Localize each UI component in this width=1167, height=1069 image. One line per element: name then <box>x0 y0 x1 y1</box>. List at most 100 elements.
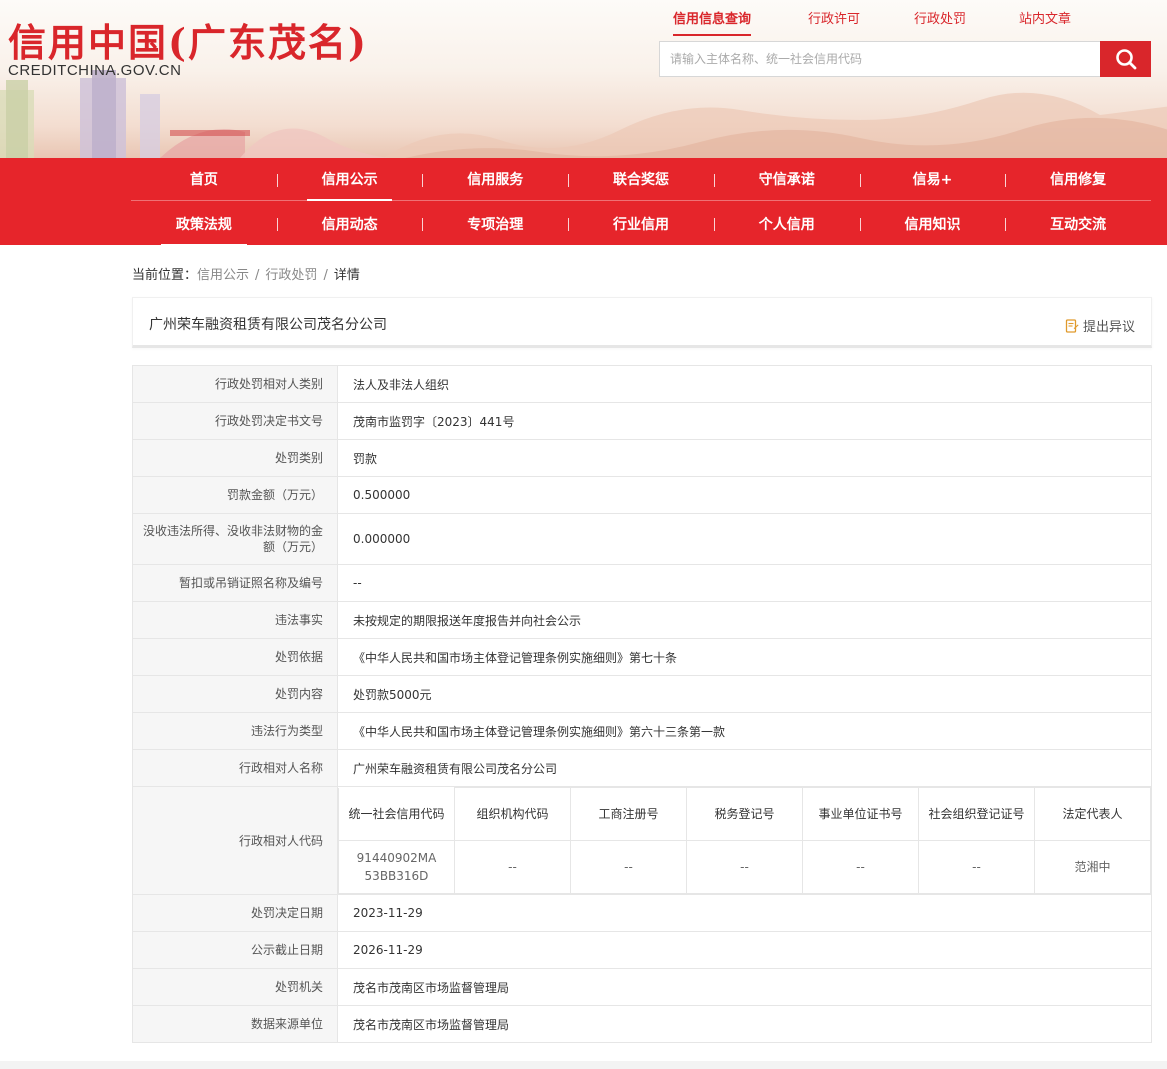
entity-code-value: -- <box>918 840 1035 894</box>
nav-item-interaction[interactable]: 互动交流 <box>1005 202 1151 245</box>
entity-code-value: -- <box>686 840 803 894</box>
nav-item-credit-public[interactable]: 信用公示 <box>276 158 423 201</box>
detail-field-label: 公示截止日期 <box>132 931 338 969</box>
entity-name: 广州荣车融资租赁有限公司茂名分公司 <box>149 317 387 333</box>
entity-code-header: 统一社会信用代码 <box>338 787 455 841</box>
main-nav: 首页 信用公示 信用服务 联合奖惩 守信承诺 信易+ 信用修复 政策法规 信用动… <box>0 158 1167 246</box>
site-logo-en: CREDITCHINA.GOV.CN <box>8 62 182 79</box>
entity-code-value: 范湘中 <box>1034 840 1151 894</box>
nav-item-personal-credit[interactable]: 个人信用 <box>713 202 860 245</box>
detail-field-value: 罚款 <box>337 439 1152 477</box>
entity-code-header: 法定代表人 <box>1034 787 1151 841</box>
entity-code-value: -- <box>570 840 687 894</box>
entity-code-header: 税务登记号 <box>686 787 803 841</box>
detail-field-label: 数据来源单位 <box>132 1005 338 1043</box>
detail-row: 违法事实 未按规定的期限报送年度报告并向社会公示 <box>132 601 1152 639</box>
detail-field-label: 处罚类别 <box>132 439 338 477</box>
detail-row: 暂扣或吊销证照名称及编号 -- <box>132 564 1152 602</box>
detail-field-value: 《中华人民共和国市场主体登记管理条例实施细则》第六十三条第一款 <box>337 712 1152 750</box>
penalty-detail-table: 行政处罚相对人类别 法人及非法人组织 行政处罚决定书文号 茂南市监罚字〔2023〕44… <box>132 365 1152 1043</box>
search-icon <box>1115 49 1136 70</box>
nav-row-2: 政策法规 信用动态 专项治理 行业信用 个人信用 信用知识 互动交流 <box>131 202 1151 246</box>
nav-item-credit-service[interactable]: 信用服务 <box>422 158 568 200</box>
site-logo-cn[interactable]: 信用中国(广东茂名) <box>8 12 368 67</box>
detail-field-value: 2026-11-29 <box>337 931 1152 969</box>
detail-row: 没收违法所得、没收非法财物的金额（万元） 0.000000 <box>132 513 1152 565</box>
detail-field-value: 2023-11-29 <box>337 894 1152 932</box>
detail-row: 罚款金额（万元） 0.500000 <box>132 476 1152 514</box>
detail-row: 违法行为类型 《中华人民共和国市场主体登记管理条例实施细则》第六十三条第一款 <box>132 712 1152 750</box>
footer-divider <box>0 1061 1167 1069</box>
detail-row: 处罚内容 处罚款5000元 <box>132 675 1152 713</box>
detail-field-label: 处罚内容 <box>132 675 338 713</box>
entity-code-header: 组织机构代码 <box>454 787 571 841</box>
nav-item-special-governance[interactable]: 专项治理 <box>422 202 568 245</box>
detail-row: 处罚类别 罚款 <box>132 439 1152 477</box>
raise-objection-button[interactable]: 提出异议 <box>1065 316 1135 335</box>
top-link-credit-query[interactable]: 信用信息查询 <box>673 8 752 36</box>
nav-item-industry-credit[interactable]: 行业信用 <box>568 202 714 245</box>
nav-item-xinyi-plus[interactable]: 信易+ <box>859 158 1006 200</box>
top-links: 信用信息查询 行政许可 行政处罚 站内文章 <box>660 8 1100 36</box>
entity-code-value: 91440902MA53BB316D <box>338 840 455 894</box>
detail-field-label: 违法事实 <box>132 601 338 639</box>
city-skyline-decoration <box>0 70 390 158</box>
detail-field-label: 罚款金额（万元） <box>132 476 338 514</box>
top-link-admin-license[interactable]: 行政许可 <box>808 8 860 27</box>
breadcrumb-item-credit-public[interactable]: 信用公示 <box>197 268 249 283</box>
detail-field-label: 处罚依据 <box>132 638 338 676</box>
entity-code-header: 事业单位证书号 <box>802 787 919 841</box>
entity-code-value: -- <box>454 840 571 894</box>
nav-item-credit-news[interactable]: 信用动态 <box>276 202 423 245</box>
detail-field-label: 违法行为类型 <box>132 712 338 750</box>
detail-field-label: 行政处罚相对人类别 <box>132 365 338 403</box>
entity-codes-table: 统一社会信用代码 组织机构代码 工商注册号 税务登记号 事业单位证书号 社会组织登记证号法… <box>338 787 1151 894</box>
nav-item-credit-repair[interactable]: 信用修复 <box>1005 158 1151 200</box>
entity-codes-cell: 统一社会信用代码 组织机构代码 工商注册号 税务登记号 事业单位证书号 社会组织登记证号法… <box>337 786 1152 895</box>
nav-item-credit-knowledge[interactable]: 信用知识 <box>859 202 1006 245</box>
entity-code-value: -- <box>802 840 919 894</box>
detail-field-value: 《中华人民共和国市场主体登记管理条例实施细则》第七十条 <box>337 638 1152 676</box>
top-link-site-articles[interactable]: 站内文章 <box>1019 8 1071 27</box>
detail-row: 行政处罚相对人类别 法人及非法人组织 <box>132 365 1152 403</box>
detail-field-label: 没收违法所得、没收非法财物的金额（万元） <box>132 513 338 565</box>
detail-row: 公示截止日期 2026-11-29 <box>132 931 1152 969</box>
detail-field-value: 茂名市茂南区市场监督管理局 <box>337 1005 1152 1043</box>
detail-field-value: 未按规定的期限报送年度报告并向社会公示 <box>337 601 1152 639</box>
detail-row: 行政处罚决定书文号 茂南市监罚字〔2023〕441号 <box>132 402 1152 440</box>
breadcrumb-separator: / <box>323 268 328 283</box>
detail-field-label: 行政相对人名称 <box>132 749 338 787</box>
search-input[interactable] <box>659 41 1101 77</box>
detail-row-entity-codes: 行政相对人代码 统一社会信用代码 组织机构代码 工商注册号 税务登记号 事业单位证书号 社会… <box>132 786 1152 895</box>
detail-field-label: 处罚决定日期 <box>132 894 338 932</box>
top-link-admin-penalty[interactable]: 行政处罚 <box>914 8 966 27</box>
detail-field-value: 0.000000 <box>337 513 1152 565</box>
detail-row: 处罚依据 《中华人民共和国市场主体登记管理条例实施细则》第七十条 <box>132 638 1152 676</box>
detail-field-value: 茂名市茂南区市场监督管理局 <box>337 968 1152 1006</box>
breadcrumb-item-admin-penalty[interactable]: 行政处罚 <box>265 268 317 283</box>
detail-field-value: 0.500000 <box>337 476 1152 514</box>
detail-field-label: 行政处罚决定书文号 <box>132 402 338 440</box>
detail-row: 数据来源单位 茂名市茂南区市场监督管理局 <box>132 1005 1152 1043</box>
detail-row: 处罚决定日期 2023-11-29 <box>132 894 1152 932</box>
detail-field-value: 法人及非法人组织 <box>337 365 1152 403</box>
nav-item-policy[interactable]: 政策法规 <box>131 202 277 246</box>
raise-objection-label: 提出异议 <box>1082 320 1135 335</box>
nav-item-home[interactable]: 首页 <box>131 158 277 200</box>
nav-row-1: 首页 信用公示 信用服务 联合奖惩 守信承诺 信易+ 信用修复 <box>131 158 1151 201</box>
nav-item-credit-commitment[interactable]: 守信承诺 <box>713 158 860 200</box>
detail-field-label: 暂扣或吊销证照名称及编号 <box>132 564 338 602</box>
nav-item-joint-reward-punish[interactable]: 联合奖惩 <box>568 158 714 200</box>
entity-title-card: 广州荣车融资租赁有限公司茂名分公司 提出异议 <box>132 297 1152 348</box>
entity-code-header: 社会组织登记证号 <box>918 787 1035 841</box>
entity-code-header: 工商注册号 <box>570 787 687 841</box>
detail-field-value: -- <box>337 564 1152 602</box>
entity-codes-header-row: 统一社会信用代码 组织机构代码 工商注册号 税务登记号 事业单位证书号 社会组织登记证号法… <box>338 787 1151 841</box>
detail-field-value: 广州荣车融资租赁有限公司茂名分公司 <box>337 749 1152 787</box>
search-button[interactable] <box>1100 41 1151 77</box>
header-banner: 信用中国(广东茂名) CREDITCHINA.GOV.CN 信用信息查询 行政许… <box>0 0 1167 158</box>
objection-document-icon <box>1065 318 1079 333</box>
detail-row: 处罚机关 茂名市茂南区市场监督管理局 <box>132 968 1152 1006</box>
breadcrumb-separator: / <box>255 268 260 283</box>
detail-row: 行政相对人名称 广州荣车融资租赁有限公司茂名分公司 <box>132 749 1152 787</box>
